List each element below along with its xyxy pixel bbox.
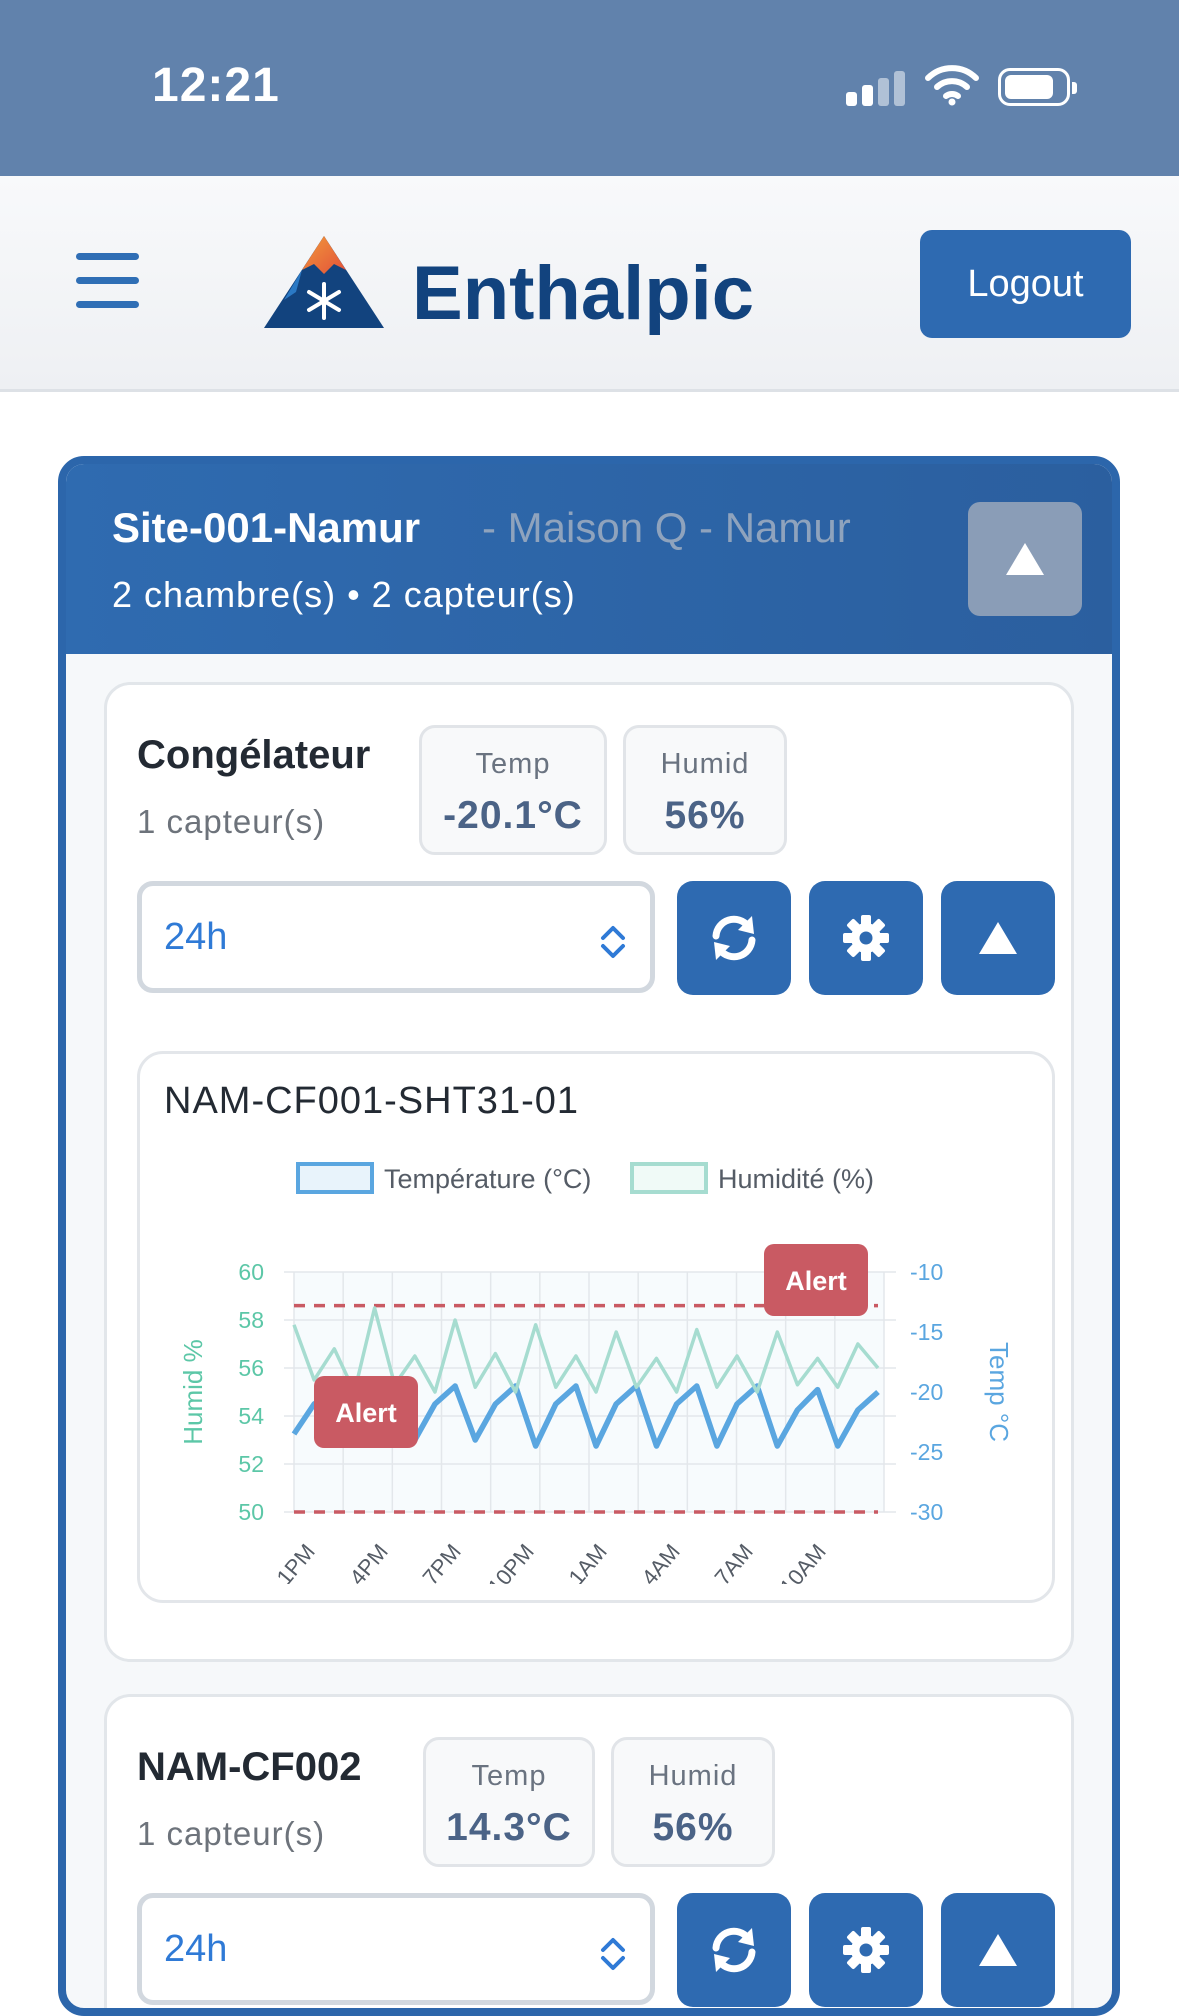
temp-label: Temp <box>471 1760 547 1792</box>
y-left-axis-title: Humid % <box>178 1339 208 1444</box>
time-range-value: 24h <box>164 916 228 958</box>
sensor-chart: 50 52 54 56 58 60 -30 -25 -20 -15 -10 Humid % Temp °… <box>178 1162 1014 1584</box>
y-right-tick-label: -30 <box>910 1499 943 1525</box>
x-tick-label: 7AM <box>710 1539 758 1584</box>
room-card: NAM-CF002 1 capteur(s) Temp 14.3°C Humid… <box>104 1694 1074 2008</box>
site-card: Site-001-Namur - Maison Q - Namur 2 cham… <box>58 456 1120 2016</box>
room-collapse-button[interactable] <box>941 1893 1055 2007</box>
humid-stat: Humid 56% <box>623 725 787 855</box>
site-title: Site-001-Namur <box>112 504 421 551</box>
y-left-tick-label: 50 <box>238 1499 264 1525</box>
room-collapse-button[interactable] <box>941 881 1055 995</box>
room-card: Congélateur 1 capteur(s) Temp -20.1°C Hu… <box>104 682 1074 1662</box>
y-right-tick-label: -15 <box>910 1319 943 1345</box>
chevron-up-icon <box>1006 543 1044 575</box>
temp-value: 14.3°C <box>446 1806 572 1849</box>
cellular-signal-icon <box>846 70 906 106</box>
humid-label: Humid <box>648 1760 738 1792</box>
status-time: 12:21 <box>152 59 280 112</box>
x-tick-label: 4PM <box>345 1539 393 1584</box>
logout-button[interactable]: Logout <box>920 230 1131 338</box>
y-right-tick-label: -20 <box>910 1379 943 1405</box>
select-chevron-icon <box>601 926 625 958</box>
gear-icon <box>843 915 889 961</box>
time-range-select[interactable]: 24h <box>137 881 655 993</box>
x-tick-label: 10AM <box>775 1539 831 1584</box>
temp-label: Temp <box>475 748 551 780</box>
legend-humidity-swatch <box>630 1162 708 1194</box>
y-right-axis-title: Temp °C <box>984 1342 1014 1442</box>
y-left-tick-label: 54 <box>238 1403 264 1429</box>
humid-stat: Humid 56% <box>611 1737 775 1867</box>
gear-icon <box>843 1927 889 1973</box>
chevron-up-icon <box>979 922 1017 954</box>
humid-label: Humid <box>660 748 750 780</box>
x-tick-label: 7PM <box>418 1539 466 1584</box>
settings-button[interactable] <box>809 1893 923 2007</box>
temp-stat: Temp 14.3°C <box>423 1737 595 1867</box>
site-collapse-button[interactable] <box>968 502 1082 616</box>
humid-value: 56% <box>652 1806 734 1849</box>
room-sensor-count: 1 capteur(s) <box>137 803 326 840</box>
humid-value: 56% <box>664 794 746 837</box>
alert-label: Alert <box>335 1398 397 1428</box>
site-subtitle: - Maison Q - Namur <box>482 504 851 551</box>
refresh-button[interactable] <box>677 881 791 995</box>
alert-label: Alert <box>785 1266 847 1296</box>
y-right-tick-label: -25 <box>910 1439 943 1465</box>
room-sensor-count: 1 capteur(s) <box>137 1815 326 1852</box>
room-name: Congélateur <box>137 733 371 777</box>
chevron-up-icon <box>979 1934 1017 1966</box>
app-header: Enthalpic Logout <box>0 176 1179 392</box>
enthalpic-logo-icon <box>264 236 384 328</box>
y-left-tick-label: 60 <box>238 1259 264 1285</box>
sensor-name: NAM-CF001-SHT31-01 <box>164 1080 579 1122</box>
y-right-tick-label: -10 <box>910 1259 943 1285</box>
y-left-tick-label: 56 <box>238 1355 264 1381</box>
site-header: Site-001-Namur - Maison Q - Namur 2 cham… <box>66 464 1112 654</box>
time-range-select[interactable]: 24h <box>137 1893 655 2005</box>
y-left-tick-label: 58 <box>238 1307 264 1333</box>
legend-temperature-swatch <box>296 1162 374 1194</box>
refresh-icon <box>712 915 756 961</box>
wifi-icon <box>925 65 979 106</box>
x-tick-label: 10PM <box>483 1539 539 1584</box>
refresh-button[interactable] <box>677 1893 791 2007</box>
y-left-tick-label: 52 <box>238 1451 264 1477</box>
settings-button[interactable] <box>809 881 923 995</box>
site-meta: 2 chambre(s) • 2 capteur(s) <box>112 574 576 615</box>
x-tick-label: 4AM <box>637 1539 685 1584</box>
refresh-icon <box>712 1927 756 1973</box>
status-bar: 12:21 <box>0 0 1179 176</box>
brand-name: Enthalpic <box>412 251 755 336</box>
battery-icon <box>998 68 1077 106</box>
legend-temperature-label: Température (°C) <box>384 1164 591 1194</box>
menu-icon[interactable] <box>76 253 139 309</box>
room-name: NAM-CF002 <box>137 1745 362 1789</box>
x-tick-label: 1PM <box>272 1539 320 1584</box>
time-range-value: 24h <box>164 1928 228 1970</box>
select-chevron-icon <box>601 1938 625 1970</box>
sensor-card: NAM-CF001-SHT31-01 50 52 54 56 58 60 -30 -25 -20… <box>137 1051 1055 1603</box>
temp-value: -20.1°C <box>443 794 583 837</box>
temp-stat: Temp -20.1°C <box>419 725 607 855</box>
legend-humidity-label: Humidité (%) <box>718 1164 874 1194</box>
x-tick-label: 1AM <box>564 1539 612 1584</box>
